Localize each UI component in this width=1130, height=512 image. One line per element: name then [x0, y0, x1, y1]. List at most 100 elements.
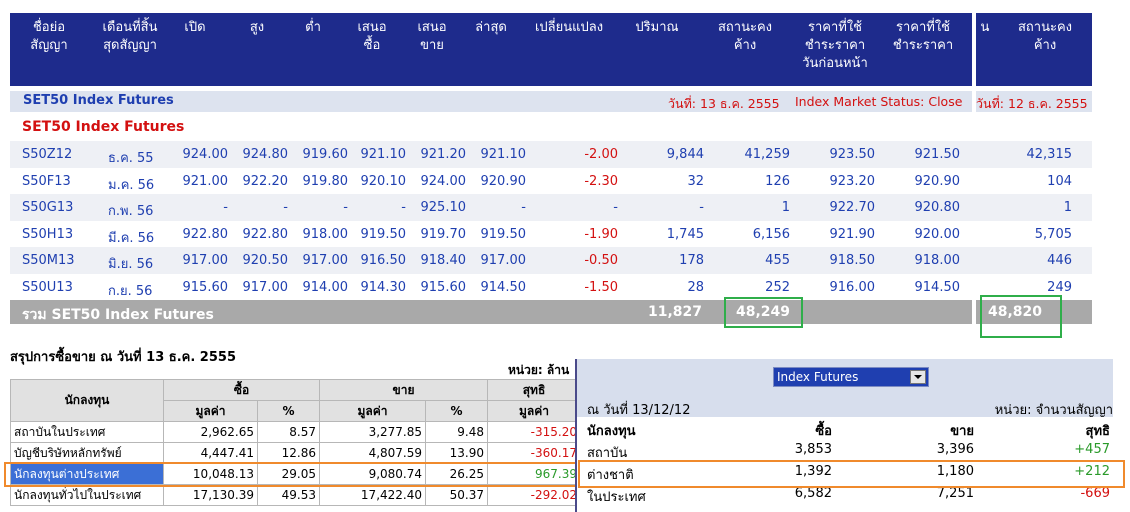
panel-cell-buy: 3,853 — [794, 442, 832, 457]
cell-oi-prev: 104 — [1047, 173, 1072, 189]
section-bar: SET50 Index Futures วันที่: 13 ธ.ค. 2555… — [10, 91, 972, 112]
summary-h-net: สุทธิ — [487, 379, 581, 401]
col-open: เปิด — [184, 20, 206, 35]
cell-chg: -0.50 — [584, 253, 618, 268]
cell-offer: 924.00 — [420, 173, 467, 189]
panel-cell-sell: 3,396 — [936, 442, 974, 457]
col-symbol: ชื่อย่อ สัญญา — [30, 20, 68, 53]
cell-low: - — [343, 200, 348, 215]
col-expiry: เดือนที่สิ้น สุดสัญญา — [102, 20, 158, 53]
cell-open: 915.60 — [182, 279, 229, 295]
summary-title: สรุปการซื้อขาย ณ วันที่ 13 ธ.ค. 2555 — [10, 350, 236, 365]
cell-oi-prev: 42,315 — [1026, 147, 1073, 162]
cell-prev: 921.90 — [829, 226, 876, 242]
col-bid: เสนอ ซื้อ — [357, 20, 387, 53]
cell-open: - — [223, 200, 228, 215]
col-prev-settle: ราคาที่ใช้ ชำระราคา วันก่อนหน้า — [802, 20, 868, 71]
summary-h-buy-value: มูลค่า — [163, 400, 258, 422]
panel-date: ณ วันที่ 13/12/12 — [587, 403, 691, 418]
cell-high: 920.50 — [242, 253, 289, 268]
cell-oi: 41,259 — [744, 147, 791, 162]
cell-prev: 922.70 — [829, 200, 876, 215]
cell-prev: 916.00 — [829, 279, 876, 295]
cell-low: 919.60 — [302, 147, 349, 162]
cell-settle: 921.50 — [914, 147, 961, 162]
panel-row: ในประเทศ 6,582 7,251 -669 — [577, 486, 1113, 506]
cell-open: 917.00 — [182, 253, 229, 268]
cell-bid: 920.10 — [360, 173, 407, 189]
cell-high: 922.80 — [242, 226, 289, 242]
cell-sym[interactable]: S50U13 — [22, 280, 82, 295]
cell-open: 921.00 — [182, 173, 229, 189]
cell-month: ก.พ. 56 — [108, 204, 154, 219]
summary-cell-buy: 2,962.65 — [163, 421, 258, 443]
cell-oi-prev: 446 — [1047, 253, 1072, 268]
cell-chg: -1.90 — [584, 226, 618, 242]
cell-sym[interactable]: S50H13 — [22, 227, 82, 242]
highlight-box-green-right — [980, 295, 1062, 338]
cell-month: ธ.ค. 55 — [108, 151, 154, 166]
table-row: S50G13 ก.พ. 56- - - -925.10- - -1 922.70 920.80 1 — [10, 194, 1092, 221]
summary-cell-spct: 50.37 — [425, 484, 488, 506]
cell-open: 922.80 — [182, 226, 229, 242]
total-volume: 11,827 — [647, 304, 702, 320]
cell-vol: 9,844 — [666, 147, 704, 162]
section-bar-right: วันที่: 12 ธ.ค. 2555 — [976, 91, 1092, 112]
section-subtitle: SET50 Index Futures — [22, 119, 185, 135]
product-select-value: Index Futures — [777, 370, 859, 384]
cell-vol: 178 — [679, 253, 704, 268]
cell-sym[interactable]: S50M13 — [22, 253, 82, 268]
summary-h-buy-pct: % — [257, 400, 320, 422]
panel-divider — [575, 359, 577, 512]
cell-sym[interactable]: S50Z12 — [22, 147, 82, 162]
cell-bid: 916.50 — [360, 253, 407, 268]
cell-oi-prev: 249 — [1047, 279, 1072, 295]
cell-last: - — [521, 200, 526, 215]
summary-h-buy: ซื้อ — [163, 379, 320, 401]
cell-month: มี.ค. 56 — [108, 230, 155, 246]
summary-cell-net: -292.02 — [487, 484, 581, 506]
total-row: รวม SET50 Index Futures 11,827 48,249 — [10, 300, 972, 324]
chevron-down-icon[interactable] — [910, 370, 926, 384]
summary-cell-net: -360.17 — [487, 442, 581, 464]
summary-cell-buy: 17,130.39 — [163, 484, 258, 506]
col-low: ต่ำ — [305, 20, 321, 35]
cell-sym[interactable]: S50G13 — [22, 200, 82, 215]
panel-h-buy: ซื้อ — [815, 424, 832, 439]
panel-unit: หน่วย: จำนวนสัญญา — [994, 403, 1113, 418]
table-row: S50F13 ม.ค. 56 921.00 922.20 919.80 920.10 924… — [10, 168, 1092, 195]
cell-settle: 918.00 — [914, 253, 961, 268]
panel-h-net: สุทธิ — [1085, 424, 1110, 439]
summary-cell-spct: 9.48 — [425, 421, 488, 443]
cell-high: 924.80 — [242, 147, 289, 162]
cell-last: 919.50 — [480, 226, 527, 242]
cell-low: 918.00 — [302, 226, 349, 242]
panel-row: สถาบัน 3,853 3,396 +457 — [577, 442, 1113, 462]
cell-low: 914.00 — [302, 279, 349, 295]
product-select[interactable]: Index Futures — [773, 367, 929, 387]
col-offer: เสนอ ขาย — [417, 20, 447, 53]
cell-settle: 920.80 — [914, 200, 961, 215]
table-header-right: น สถานะคง ค้าง — [976, 13, 1092, 86]
cell-sym[interactable]: S50F13 — [22, 174, 82, 189]
cell-last: 914.50 — [480, 279, 527, 295]
section-name[interactable]: SET50 Index Futures — [23, 93, 174, 108]
cell-oi: 1 — [781, 200, 790, 215]
market-status: Index Market Status: Close — [795, 94, 963, 109]
cell-prev: 918.50 — [829, 253, 876, 268]
cell-prev: 923.20 — [829, 173, 876, 189]
cell-offer: 919.70 — [420, 226, 467, 242]
panel-cell-net: +457 — [1074, 442, 1110, 457]
cell-vol: 28 — [687, 279, 704, 295]
summary-cell-sell: 17,422.40 — [319, 484, 426, 506]
summary-cell-bpct: 49.53 — [257, 484, 320, 506]
summary-h-sell-pct: % — [425, 400, 488, 422]
total-label: รวม SET50 Index Futures — [22, 307, 214, 323]
col-open-interest: สถานะคง ค้าง — [717, 20, 773, 53]
cell-bid: 914.30 — [360, 279, 407, 295]
col-last: ล่าสุด — [475, 20, 507, 35]
cell-high: - — [283, 200, 288, 215]
panel-h-sell: ขาย — [950, 424, 974, 439]
cell-high: 917.00 — [242, 279, 289, 295]
summary-cell-buy: 4,447.41 — [163, 442, 258, 464]
